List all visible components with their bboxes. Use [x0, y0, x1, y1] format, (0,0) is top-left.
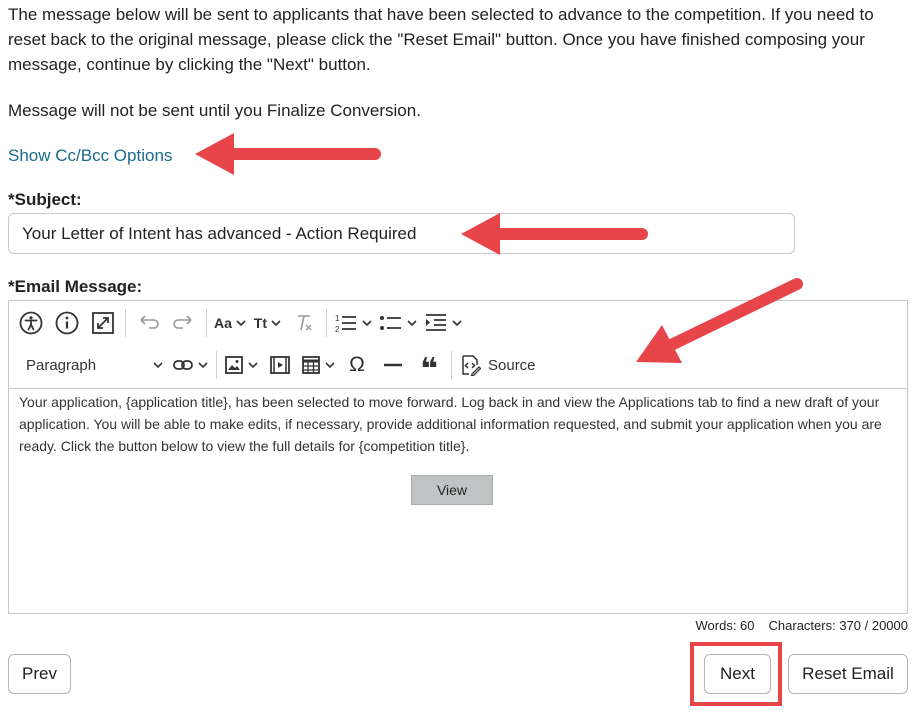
- view-button[interactable]: View: [411, 475, 493, 505]
- arrow-to-cc-link: [195, 133, 381, 175]
- fullscreen-icon[interactable]: [88, 307, 118, 339]
- toolbar-row-2: Paragraph Ω ❝ Source: [13, 345, 539, 385]
- image-icon[interactable]: [224, 349, 259, 381]
- undo-icon[interactable]: [133, 307, 163, 339]
- info-icon[interactable]: [52, 307, 82, 339]
- blockquote-icon[interactable]: ❝: [414, 349, 444, 385]
- editor-content[interactable]: Your application, {application title}, h…: [9, 389, 907, 459]
- chevron-down-icon: [153, 362, 163, 369]
- toolbar-separator: [216, 351, 217, 379]
- editor-toolbar: Aa Tt 12 Paragraph Ω ❝ Source: [9, 301, 907, 389]
- reset-email-button[interactable]: Reset Email: [788, 654, 908, 694]
- source-label: Source: [488, 356, 536, 374]
- intro-text: The message below will be sent to applic…: [8, 5, 874, 74]
- email-editor: Aa Tt 12 Paragraph Ω ❝ Source Your appli…: [8, 300, 908, 614]
- toolbar-separator: [206, 309, 207, 337]
- bulleted-list-icon[interactable]: [379, 307, 418, 339]
- word-count: Words: 60: [695, 618, 755, 633]
- paragraph-select[interactable]: Paragraph: [16, 349, 166, 381]
- font-family-icon[interactable]: Aa: [214, 307, 247, 339]
- finalize-note: Message will not be sent until you Final…: [8, 101, 421, 120]
- indent-icon[interactable]: [424, 307, 463, 339]
- email-message-label: *Email Message:: [8, 277, 143, 296]
- redo-icon[interactable]: [169, 307, 199, 339]
- numbered-list-icon[interactable]: 12: [334, 307, 373, 339]
- toolbar-separator: [125, 309, 126, 337]
- svg-text:1: 1: [335, 314, 340, 323]
- special-character-icon[interactable]: Ω: [342, 349, 372, 381]
- toolbar-row-1: Aa Tt 12: [13, 303, 466, 343]
- link-icon[interactable]: [172, 349, 209, 381]
- remove-format-icon[interactable]: [289, 307, 319, 339]
- prev-button[interactable]: Prev: [8, 654, 71, 694]
- next-button-highlight-box: [690, 642, 782, 706]
- subject-label: *Subject:: [8, 190, 82, 209]
- paragraph-select-value: Paragraph: [26, 356, 97, 374]
- accessibility-icon[interactable]: [16, 307, 46, 339]
- table-icon[interactable]: [301, 349, 336, 381]
- font-size-icon[interactable]: Tt: [253, 307, 283, 339]
- subject-input[interactable]: [8, 213, 795, 254]
- horizontal-line-icon[interactable]: [378, 349, 408, 381]
- show-cc-bcc-link[interactable]: Show Cc/Bcc Options: [8, 143, 172, 168]
- word-character-counter: Words: 60 Characters: 370 / 20000: [682, 618, 909, 633]
- toolbar-separator: [451, 351, 452, 379]
- email-body-text: Your application, {application title}, h…: [19, 394, 882, 454]
- source-icon: [462, 355, 481, 376]
- media-icon[interactable]: [265, 349, 295, 381]
- source-button[interactable]: Source: [459, 349, 536, 381]
- toolbar-separator: [325, 309, 327, 337]
- character-count: Characters: 370 / 20000: [768, 618, 908, 633]
- svg-text:2: 2: [335, 325, 340, 334]
